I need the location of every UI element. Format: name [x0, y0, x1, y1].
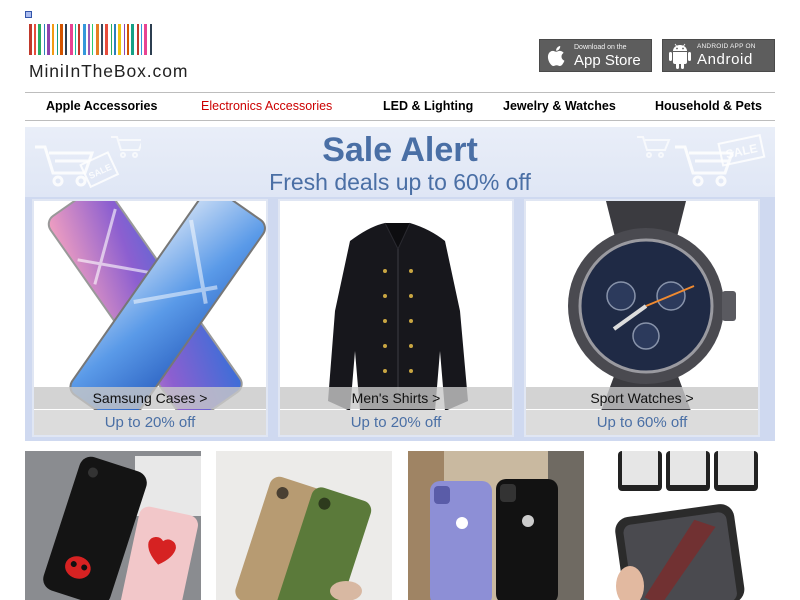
card-label: Samsung Cases >	[34, 387, 266, 409]
barcode-stripe	[70, 24, 73, 55]
sport-watch-image	[526, 201, 758, 411]
barcode-stripe	[44, 24, 45, 55]
barcode-stripe	[65, 24, 67, 55]
card-label: Sport Watches >	[526, 387, 758, 409]
barcode-stripe	[92, 24, 93, 55]
nav-item-apple-accessories[interactable]: Apple Accessories	[46, 99, 157, 113]
product-thumbnail[interactable]	[408, 451, 584, 600]
android-icon	[663, 39, 697, 72]
barcode-stripe	[118, 24, 121, 55]
barcode-stripe	[105, 24, 108, 55]
barcode-stripe	[78, 24, 80, 55]
barcode-stripe	[111, 24, 112, 55]
barcode-stripe	[96, 24, 99, 55]
card-promo: Up to 60% off	[526, 410, 758, 435]
barcode-stripe	[38, 24, 41, 55]
nav-item-electronics-accessories[interactable]: Electronics Accessories	[201, 99, 332, 113]
broken-image-icon	[25, 11, 32, 18]
app-store-small-text: Download on the	[574, 43, 627, 51]
barcode-stripe	[29, 24, 32, 55]
privacy-glass-phone-case-image	[600, 451, 776, 600]
barcode-stripe	[141, 24, 142, 55]
product-thumbnail[interactable]	[25, 451, 201, 600]
sale-subtitle: Fresh deals up to 60% off	[269, 169, 531, 195]
nav-item-jewelry-watches[interactable]: Jewelry & Watches	[503, 99, 616, 113]
product-thumbnail[interactable]	[216, 451, 392, 600]
card-promo: Up to 20% off	[34, 410, 266, 435]
barcode-stripe	[131, 24, 134, 55]
barcode-stripe	[127, 24, 129, 55]
nav-item-household-pets[interactable]: Household & Pets	[655, 99, 762, 113]
barcode-stripe	[47, 24, 50, 55]
product-thumbnail[interactable]	[600, 451, 776, 600]
promo-card-sport-watches[interactable]: Sport Watches > Up to 60% off	[524, 199, 760, 437]
barcode-stripe	[83, 24, 86, 55]
barcode-stripe	[75, 24, 76, 55]
android-small-text: ANDROID APP ON	[697, 42, 756, 50]
black-and-pink-heart-phone-cases-image	[25, 451, 201, 600]
black-mens-shirt-image	[280, 201, 512, 411]
barcode-stripe	[57, 24, 58, 55]
promo-card-mens-shirts[interactable]: Men's Shirts > Up to 20% off	[278, 199, 514, 437]
app-store-badge[interactable]: Download on the App Store	[539, 39, 652, 72]
barcode-stripe	[124, 24, 125, 55]
android-badge[interactable]: ANDROID APP ON Android	[662, 39, 775, 72]
samsung-phone-cases-image	[34, 201, 266, 411]
barcode-stripe	[150, 24, 152, 55]
barcode-stripe	[60, 24, 63, 55]
barcode-stripe	[34, 24, 36, 55]
sale-title: Sale Alert	[322, 131, 478, 169]
barcode-stripe	[52, 24, 54, 55]
logo-text: MiniInTheBox.com	[29, 61, 189, 81]
purple-and-black-iphones-image	[408, 451, 584, 600]
android-text: Android	[697, 51, 753, 69]
barcode-stripe	[101, 24, 103, 55]
apple-icon	[540, 39, 574, 72]
barcode-stripe	[137, 24, 139, 55]
sale-banner: SALE SALE Sale Alert Fresh deals up to 6…	[25, 127, 775, 441]
promo-card-samsung-cases[interactable]: Samsung Cases > Up to 20% off	[32, 199, 268, 437]
card-label: Men's Shirts >	[280, 387, 512, 409]
category-nav: Apple Accessories Electronics Accessorie…	[25, 92, 775, 121]
barcode-stripe	[144, 24, 147, 55]
site-logo[interactable]: MiniInTheBox.com	[29, 24, 215, 81]
card-promo: Up to 20% off	[280, 410, 512, 435]
fabric-phone-cases-image	[216, 451, 392, 600]
nav-item-led-lighting[interactable]: LED & Lighting	[383, 99, 473, 113]
barcode-stripe	[114, 24, 116, 55]
app-store-text: App Store	[574, 51, 641, 69]
barcode-stripe	[88, 24, 90, 55]
barcode-logo-graphic	[29, 24, 212, 55]
